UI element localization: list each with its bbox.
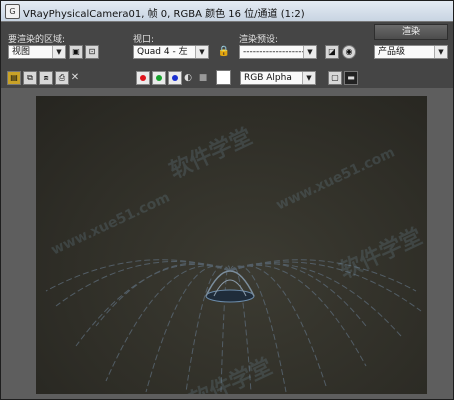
red-channel-toggle[interactable] [136,71,150,85]
save-image-icon[interactable]: ▤ [7,71,21,85]
viewport-value: Quad 4 - 左 [137,47,188,57]
render-setup-icon[interactable]: ◉ [342,45,356,59]
display-toggle-icon[interactable]: ▬ [344,71,358,85]
environment-icon[interactable]: ◪ [325,45,339,59]
clear-icon[interactable]: ✕ [69,71,81,85]
lock-icon[interactable]: 🔒 [217,45,231,59]
area-dropdown[interactable]: 视图 ▼ [8,45,66,59]
chevron-down-icon: ▼ [52,46,65,58]
channel-dropdown[interactable]: RGB Alpha ▼ [240,71,316,85]
toggle-ui-overlay-icon[interactable]: ▢ [328,71,342,85]
red-channel-icon [140,75,146,81]
preset-value: --------------------- [243,47,312,57]
preset-label: 渲染预设: [239,35,279,45]
quality-dropdown[interactable]: 产品级 ▼ [374,45,448,59]
preset-dropdown[interactable]: --------------------- ▼ [239,45,317,59]
chevron-down-icon: ▼ [302,72,315,84]
quality-value: 产品级 [378,47,406,57]
rendered-image[interactable]: 软件学堂 www.xue51.com www.xue51.com 软件学堂 软件… [36,96,427,394]
render-frame-window: G VRayPhysicalCamera01, 帧 0, RGBA 颜色 16 … [0,0,454,400]
edit-region-icon[interactable]: ▣ [69,45,83,59]
chevron-down-icon: ▼ [195,46,208,58]
fountain-base-icon [205,289,255,303]
blue-channel-icon [172,75,178,81]
chevron-down-icon: ▼ [434,46,447,58]
chevron-down-icon: ▼ [303,46,316,58]
channel-value: RGB Alpha [244,73,292,83]
app-icon: G [5,4,20,19]
title-bar[interactable]: G VRayPhysicalCamera01, 帧 0, RGBA 颜色 16 … [1,1,453,22]
window-title: VRayPhysicalCamera01, 帧 0, RGBA 颜色 16 位/… [23,9,305,20]
area-label: 要渲染的区域: [8,35,66,45]
copy-image-icon[interactable]: ⧉ [23,71,37,85]
clone-frame-icon[interactable]: ⧈ [39,71,53,85]
print-icon[interactable]: ⎙ [55,71,69,85]
area-value: 视图 [12,47,31,57]
auto-region-icon[interactable]: ⊡ [85,45,99,59]
render-button[interactable]: 渲染 [374,24,448,40]
green-channel-icon [156,75,162,81]
color-swatch[interactable] [216,70,231,85]
alpha-channel-icon[interactable]: ◐ [183,71,193,85]
green-channel-toggle[interactable] [152,71,166,85]
viewport-dropdown[interactable]: Quad 4 - 左 ▼ [133,45,209,59]
blue-channel-toggle[interactable] [168,71,182,85]
monochrome-icon[interactable]: ■ [198,71,208,85]
viewport-label: 视口: [133,35,155,45]
